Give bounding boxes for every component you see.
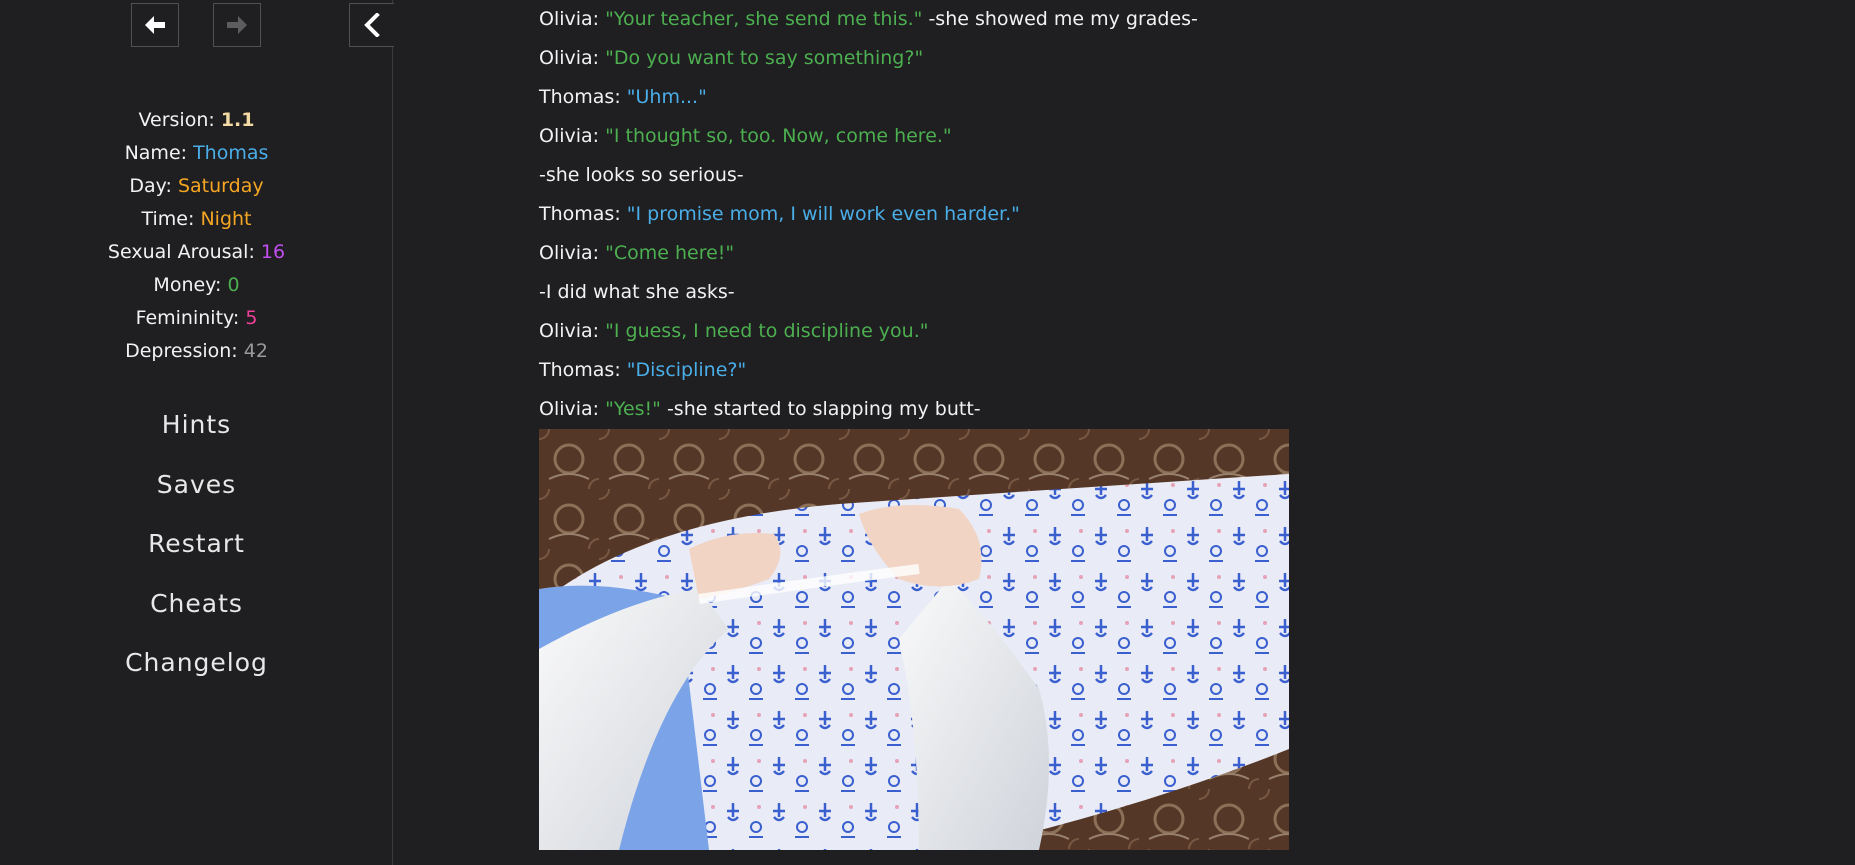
stats-panel: Version: 1.1 Name: Thomas Day: Saturday Tim…: [0, 104, 393, 368]
dialogue-quote: "Yes!": [605, 398, 661, 420]
dialogue-line: Olivia: "Your teacher, she send me this.…: [539, 0, 1739, 39]
speaker-name: Olivia:: [539, 398, 606, 420]
dialogue-quote: "Your teacher, she send me this.": [605, 8, 923, 30]
arrow-right-icon: [225, 13, 249, 37]
stat-day-value: Saturday: [177, 175, 264, 197]
stat-femininity: Femininity: 5: [0, 302, 393, 335]
menu-saves-link[interactable]: Saves: [0, 455, 393, 515]
stat-time: Time: Night: [0, 203, 393, 236]
dialogue-line: Thomas: "I promise mom, I will work even…: [539, 195, 1739, 234]
speaker-name: Olivia:: [539, 47, 606, 69]
scene-image: [539, 429, 1289, 850]
dialogue-line: Olivia: "Come here!": [539, 234, 1739, 273]
stat-money-value: 0: [227, 274, 240, 296]
stat-day-label: Day:: [129, 175, 178, 197]
menu-changelog-link[interactable]: Changelog: [0, 633, 393, 693]
back-button[interactable]: [131, 3, 179, 47]
stat-arousal: Sexual Arousal: 16: [0, 236, 393, 269]
stat-arousal-label: Sexual Arousal:: [107, 241, 261, 263]
stat-version-value: 1.1: [220, 109, 255, 131]
story-passage: Olivia: "Your teacher, she send me this.…: [539, 0, 1739, 429]
stat-arousal-value: 16: [260, 241, 286, 263]
speaker-name: Olivia:: [539, 8, 606, 30]
stat-depression: Depression: 42: [0, 335, 393, 368]
dialogue-quote: "Uhm...": [626, 86, 707, 108]
dialogue-line: Thomas: "Uhm...": [539, 78, 1739, 117]
speaker-name: Thomas:: [539, 359, 627, 381]
speaker-name: Olivia:: [539, 320, 606, 342]
stat-money-label: Money:: [153, 274, 228, 296]
dialogue-line: -I did what she asks-: [539, 273, 1739, 312]
stat-name-value: Thomas: [193, 142, 269, 164]
forward-button[interactable]: [213, 3, 261, 47]
stat-femininity-value: 5: [245, 307, 258, 329]
dialogue-line: Olivia: "I guess, I need to discipline y…: [539, 312, 1739, 351]
dialogue-quote: "Do you want to say something?": [605, 47, 924, 69]
stat-depression-label: Depression:: [125, 340, 244, 362]
sidebar: Version: 1.1 Name: Thomas Day: Saturday Tim…: [0, 0, 394, 865]
dialogue-line: Olivia: "Yes!" -she started to slapping …: [539, 390, 1739, 429]
menu-hints-link[interactable]: Hints: [0, 395, 393, 455]
dialogue-quote: "I guess, I need to discipline you.": [605, 320, 929, 342]
stat-name-label: Name:: [124, 142, 194, 164]
stat-day: Day: Saturday: [0, 170, 393, 203]
menu-cheats-link[interactable]: Cheats: [0, 574, 393, 634]
arrow-left-icon: [143, 13, 167, 37]
dialogue-quote: "Discipline?": [626, 359, 747, 381]
dialogue-line: Olivia: "Do you want to say something?": [539, 39, 1739, 78]
dialogue-line: Thomas: "Discipline?": [539, 351, 1739, 390]
dialogue-quote: "I thought so, too. Now, come here.": [605, 125, 952, 147]
main-menu: Hints Saves Restart Cheats Changelog: [0, 395, 393, 693]
dialogue-line: Olivia: "I thought so, too. Now, come he…: [539, 117, 1739, 156]
dialogue-line: -she looks so serious-: [539, 156, 1739, 195]
stat-femininity-label: Femininity:: [135, 307, 246, 329]
dialogue-quote: "Come here!": [605, 242, 735, 264]
speaker-name: Olivia:: [539, 242, 606, 264]
chevron-left-icon: [363, 13, 381, 37]
menu-restart-link[interactable]: Restart: [0, 514, 393, 574]
game-window: Version: 1.1 Name: Thomas Day: Saturday Tim…: [0, 0, 1855, 865]
stat-time-label: Time:: [141, 208, 201, 230]
speaker-name: Thomas:: [539, 86, 627, 108]
speaker-name: Olivia:: [539, 125, 606, 147]
narration-text: -I did what she asks-: [539, 281, 735, 303]
scene-illustration: [539, 429, 1289, 850]
narration-text: -she looks so serious-: [539, 164, 744, 186]
stat-name: Name: Thomas: [0, 137, 393, 170]
stat-version: Version: 1.1: [0, 104, 393, 137]
dialogue-quote: "I promise mom, I will work even harder.…: [626, 203, 1020, 225]
collapse-sidebar-button[interactable]: [349, 3, 394, 47]
stat-depression-value: 42: [243, 340, 268, 362]
speaker-name: Thomas:: [539, 203, 627, 225]
stat-money: Money: 0: [0, 269, 393, 302]
stat-time-value: Night: [200, 208, 252, 230]
stat-version-label: Version:: [138, 109, 221, 131]
narration-text: -she started to slapping my butt-: [660, 398, 981, 420]
narration-text: -she showed me my grades-: [922, 8, 1198, 30]
